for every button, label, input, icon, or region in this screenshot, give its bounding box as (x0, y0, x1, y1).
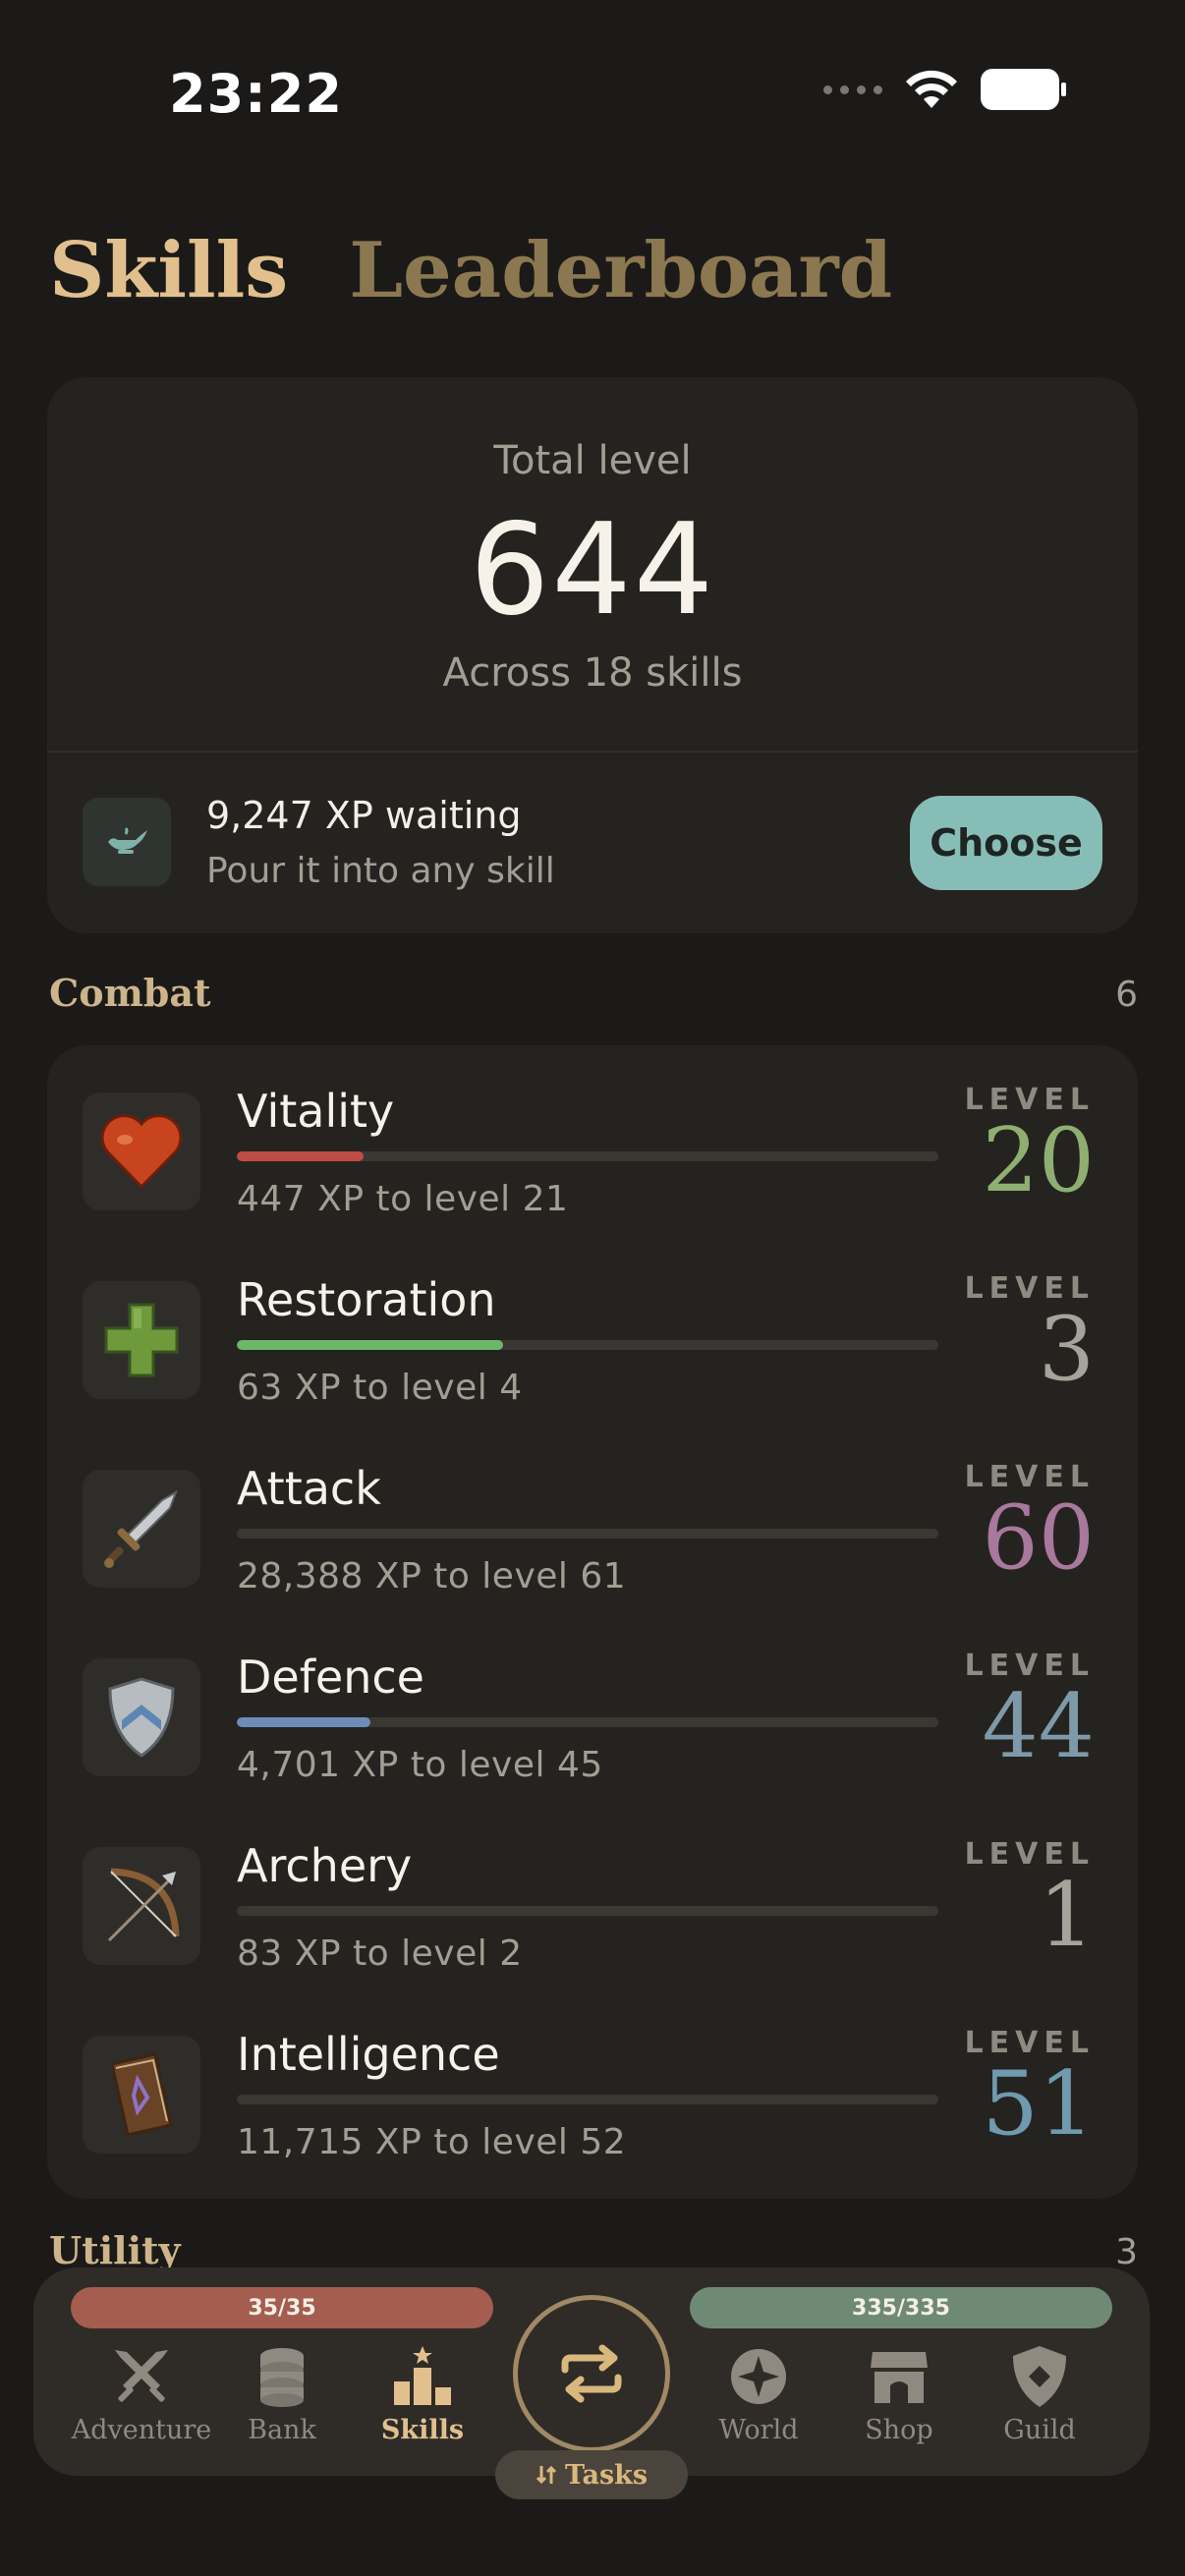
skill-progress-track (237, 1717, 938, 1727)
section-count: 3 (1115, 2232, 1138, 2272)
skill-level: 60 (982, 1486, 1095, 1590)
health-bar: 35/35 (71, 2287, 493, 2328)
nav-label: World (718, 2415, 799, 2445)
utility-section-header: Utility 3 (49, 2228, 1138, 2272)
skill-progress-track (237, 2095, 938, 2104)
skill-progress-fill (237, 1151, 364, 1161)
skill-name: Defence (237, 1651, 424, 1704)
skill-level: 1 (1038, 1864, 1095, 1967)
coins-icon (260, 2348, 304, 2407)
skill-progress-fill (237, 1717, 370, 1727)
compass-icon (731, 2349, 786, 2404)
skill-xp-remaining: 11,715 XP to level 52 (237, 2122, 627, 2162)
skill-xp-remaining: 447 XP to level 21 (237, 1179, 569, 1219)
skill-row-vitality[interactable]: Vitality 447 XP to level 21 LEVEL 20 (47, 1045, 1138, 1234)
nav-adventure[interactable]: Adventure (71, 2344, 212, 2445)
total-level-value: 644 (469, 497, 716, 644)
skill-level: 20 (982, 1109, 1095, 1212)
bow-icon (83, 1847, 200, 1965)
tasks-pill[interactable]: Tasks (495, 2450, 688, 2499)
header-tabs: Skills Leaderboard (49, 226, 892, 315)
skill-progress-track (237, 1151, 938, 1161)
skill-progress-track (237, 1340, 938, 1350)
combat-skills-list: Vitality 447 XP to level 21 LEVEL 20 Res… (47, 1045, 1138, 2199)
skill-row-attack[interactable]: Attack 28,388 XP to level 61 LEVEL 60 (47, 1423, 1138, 1611)
skill-level: 44 (982, 1675, 1095, 1778)
signal-dots-icon (823, 84, 882, 94)
skill-level: 51 (982, 2052, 1095, 2156)
heart-icon (83, 1092, 200, 1210)
nav-guild[interactable]: Guild (971, 2344, 1108, 2445)
shop-icon (871, 2352, 928, 2403)
choose-button[interactable]: Choose (910, 796, 1102, 890)
skill-name: Attack (237, 1462, 381, 1515)
xp-waiting-title: 9,247 XP waiting (206, 794, 522, 837)
status-time: 23:22 (169, 63, 343, 125)
book-icon (83, 2036, 200, 2154)
lamp-icon (83, 798, 171, 886)
status-icons (823, 69, 1067, 110)
nav-label: Bank (248, 2415, 316, 2445)
xp-waiting-subtitle: Pour it into any skill (206, 851, 555, 891)
skill-row-restoration[interactable]: Restoration 63 XP to level 4 LEVEL 3 (47, 1234, 1138, 1423)
skill-progress-track (237, 1529, 938, 1539)
skill-row-intelligence[interactable]: Intelligence 11,715 XP to level 52 LEVEL… (47, 1988, 1138, 2177)
nav-skills[interactable]: Skills (354, 2344, 491, 2445)
skill-name: Intelligence (237, 2028, 500, 2081)
podium-icon (394, 2346, 451, 2405)
guild-shield-icon (1013, 2346, 1066, 2407)
skill-name: Vitality (237, 1085, 395, 1138)
skill-xp-remaining: 4,701 XP to level 45 (237, 1745, 603, 1785)
skill-row-defence[interactable]: Defence 4,701 XP to level 45 LEVEL 44 (47, 1611, 1138, 1800)
nav-label: Guild (1003, 2415, 1076, 2445)
total-level-card: Total level 644 Across 18 skills 9,247 X… (47, 377, 1138, 933)
skill-progress-fill (237, 1340, 504, 1350)
skill-progress-track (237, 1906, 938, 1916)
skills-count-subtitle: Across 18 skills (442, 650, 743, 696)
tab-skills[interactable]: Skills (49, 226, 288, 315)
skill-xp-remaining: 63 XP to level 4 (237, 1368, 523, 1408)
plus-icon (83, 1281, 200, 1399)
nav-label: Skills (380, 2415, 465, 2445)
energy-bar: 335/335 (690, 2287, 1112, 2328)
wifi-icon (906, 70, 957, 108)
sword-icon (83, 1470, 200, 1588)
skill-level: 3 (1038, 1298, 1095, 1401)
skill-name: Archery (237, 1839, 413, 1892)
swap-arrows-icon (561, 2344, 622, 2403)
skill-xp-remaining: 83 XP to level 2 (237, 1933, 523, 1974)
tasks-button[interactable] (513, 2295, 670, 2452)
skill-name: Restoration (237, 1273, 496, 1326)
crossed-swords-icon (115, 2350, 168, 2402)
battery-icon (981, 69, 1066, 110)
section-title: Combat (49, 971, 211, 1015)
tab-leaderboard[interactable]: Leaderboard (349, 226, 892, 315)
skill-xp-remaining: 28,388 XP to level 61 (237, 1556, 627, 1596)
total-level-label: Total level (493, 438, 692, 483)
section-title: Utility (49, 2228, 181, 2272)
nav-label: Shop (865, 2415, 933, 2445)
swap-small-icon (536, 2465, 556, 2485)
bottom-nav: 35/35 335/335 Adventure Bank Skills Worl… (33, 2268, 1150, 2476)
nav-label: Adventure (71, 2415, 212, 2445)
nav-shop[interactable]: Shop (830, 2344, 968, 2445)
divider (47, 751, 1138, 753)
tasks-label: Tasks (564, 2459, 649, 2491)
nav-bank[interactable]: Bank (213, 2344, 351, 2445)
nav-world[interactable]: World (690, 2344, 827, 2445)
skill-row-archery[interactable]: Archery 83 XP to level 2 LEVEL 1 (47, 1800, 1138, 1988)
section-count: 6 (1115, 975, 1138, 1015)
combat-section-header: Combat 6 (49, 971, 1138, 1015)
shield-icon (83, 1658, 200, 1776)
